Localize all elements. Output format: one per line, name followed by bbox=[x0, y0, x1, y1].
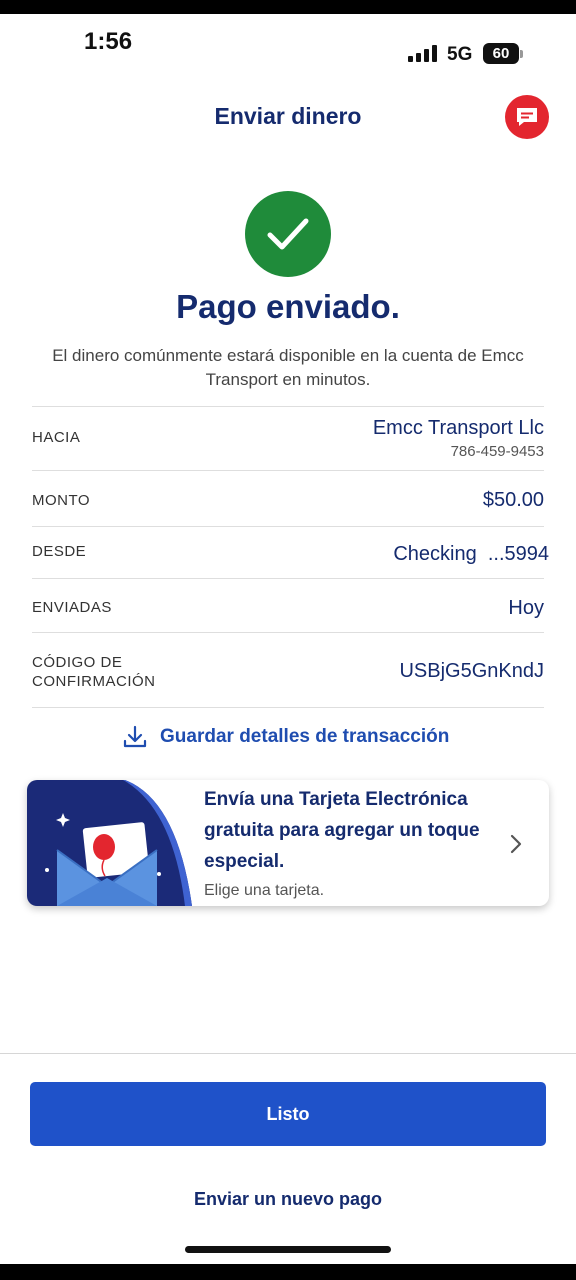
network-type: 5G bbox=[447, 44, 473, 65]
amount-label: MONTO bbox=[32, 492, 91, 509]
from-account: Checking ...5994 bbox=[393, 543, 549, 565]
ecard-title: Envía una Tarjeta Electrónica gratuita p… bbox=[204, 789, 480, 872]
detail-row-to: HACIA Emcc Transport Llc 786-459-9453 bbox=[32, 406, 544, 470]
done-button[interactable]: Listo bbox=[30, 1082, 546, 1146]
amount-value: $50.00 bbox=[482, 489, 544, 511]
to-label: HACIA bbox=[32, 429, 81, 446]
confirmation-message: El dinero comúnmente estará disponible e… bbox=[52, 346, 524, 389]
page-title: Enviar dinero bbox=[214, 103, 362, 129]
confirmation-code-label-line1: CÓDIGO DE bbox=[32, 654, 123, 671]
confirmation-code-label-line2: CONFIRMACIÓN bbox=[32, 673, 156, 690]
envelope-balloon-icon bbox=[27, 780, 192, 906]
footer-divider bbox=[0, 1053, 576, 1054]
chat-button[interactable] bbox=[505, 95, 549, 139]
checkmark-icon bbox=[267, 218, 309, 250]
detail-row-from: DESDE Checking ...5994 bbox=[32, 526, 549, 578]
chat-icon bbox=[517, 108, 537, 126]
top-black-bar bbox=[0, 0, 576, 14]
save-transaction-label: Guardar detalles de transacción bbox=[160, 726, 450, 747]
from-label: DESDE bbox=[32, 543, 87, 560]
chevron-right-icon bbox=[510, 834, 522, 854]
sent-label: ENVIADAS bbox=[32, 599, 112, 616]
battery-level: 60 bbox=[492, 45, 510, 62]
confirmation-code: USBjG5GnKndJ bbox=[399, 660, 544, 682]
new-payment-link[interactable]: Enviar un nuevo pago bbox=[0, 1189, 576, 1210]
detail-row-amount: MONTO $50.00 bbox=[32, 470, 544, 526]
ecard-promo[interactable]: Envía una Tarjeta Electrónica gratuita p… bbox=[27, 780, 549, 906]
ecard-subtitle: Elige una tarjeta. bbox=[204, 882, 325, 899]
success-badge bbox=[245, 191, 331, 277]
detail-row-confirmation: CÓDIGO DE CONFIRMACIÓN USBjG5GnKndJ bbox=[32, 632, 544, 708]
confirmation-title: Pago enviado. bbox=[176, 288, 400, 325]
confirmation-code-label: CÓDIGO DE CONFIRMACIÓN bbox=[32, 653, 156, 691]
recipient-phone: 786-459-9453 bbox=[450, 443, 544, 460]
bottom-black-bar bbox=[0, 1264, 576, 1280]
sent-date: Hoy bbox=[508, 597, 544, 619]
status-time: 1:56 bbox=[84, 28, 133, 55]
detail-row-sent: ENVIADAS Hoy bbox=[32, 578, 544, 632]
recipient-name: Emcc Transport Llc bbox=[372, 417, 544, 439]
signal-icon bbox=[408, 45, 437, 62]
battery-icon: 60 bbox=[483, 43, 519, 64]
home-indicator[interactable] bbox=[185, 1246, 391, 1253]
battery-tip bbox=[520, 50, 523, 58]
save-transaction-link[interactable]: Guardar detalles de transacción bbox=[122, 724, 449, 750]
download-icon bbox=[123, 725, 147, 748]
